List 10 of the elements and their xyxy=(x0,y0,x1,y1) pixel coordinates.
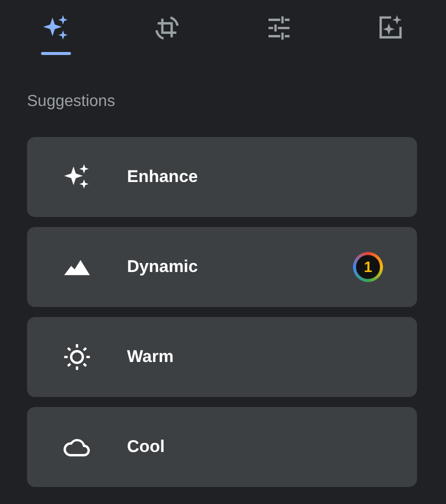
suggestion-button[interactable]: Warm xyxy=(27,317,417,397)
count-badge: 1 xyxy=(353,252,383,282)
suggestion-button[interactable]: Cool xyxy=(27,407,417,487)
section-title: Suggestions xyxy=(27,93,116,111)
suggestion-button[interactable]: Enhance xyxy=(27,137,417,217)
sun-icon xyxy=(63,343,91,371)
sparkle-icon xyxy=(42,14,70,42)
sparkle-icon xyxy=(63,163,91,191)
suggestion-button[interactable]: Dynamic 1 xyxy=(27,227,417,307)
crop-rotate-icon xyxy=(153,14,182,42)
